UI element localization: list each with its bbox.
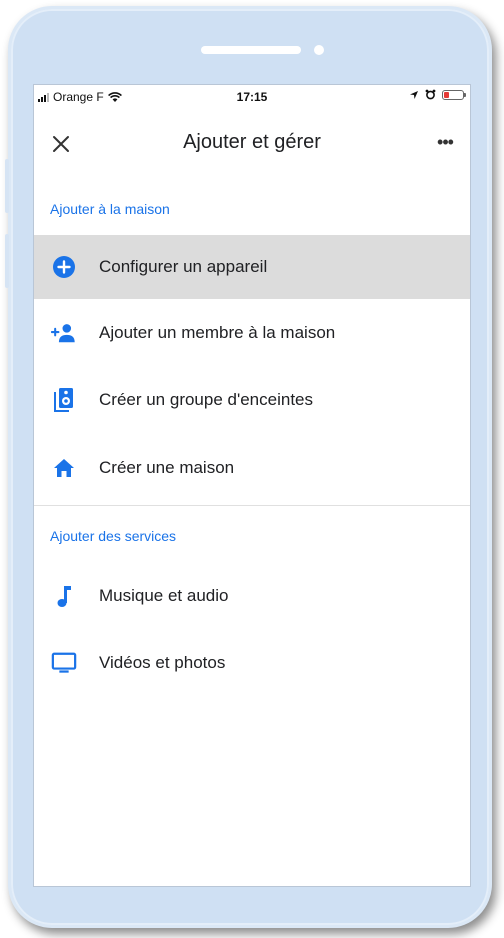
alarm-icon <box>425 89 436 100</box>
section-divider <box>34 505 470 506</box>
menu-item-videos-photos[interactable]: Vidéos et photos <box>34 631 470 695</box>
menu-item-label: Créer une maison <box>99 458 235 477</box>
menu-item-music-audio[interactable]: Musique et audio <box>34 564 470 628</box>
add-person-icon <box>51 320 77 346</box>
status-time: 17:15 <box>236 90 268 104</box>
speaker <box>201 46 301 54</box>
menu-item-add-member[interactable]: Ajouter un membre à la maison <box>34 301 470 365</box>
music-note-icon <box>51 583 77 609</box>
menu-item-label: Musique et audio <box>99 586 229 605</box>
tv-icon <box>51 650 77 676</box>
menu-item-create-speaker-group[interactable]: Créer un groupe d'enceintes <box>34 368 470 432</box>
menu-item-create-home[interactable]: Créer une maison <box>34 436 470 500</box>
page-title: Ajouter et gérer <box>183 131 321 153</box>
section-header-add-services: Ajouter des services <box>50 528 177 544</box>
status-right <box>409 89 466 100</box>
location-icon <box>410 90 418 99</box>
status-bar: Orange F 17:15 <box>34 85 470 111</box>
side-button <box>5 159 9 213</box>
menu-item-label: Créer un groupe d'enceintes <box>99 390 313 409</box>
camera <box>314 45 324 55</box>
more-options-button[interactable]: ••• <box>430 131 460 157</box>
menu-item-label: Vidéos et photos <box>99 653 226 672</box>
screen: Orange F 17:15 Ajouter et gérer ••• Ajou… <box>33 84 471 887</box>
menu-item-configure-device[interactable]: Configurer un appareil <box>34 235 470 299</box>
side-button <box>5 234 9 288</box>
add-circle-icon <box>51 254 77 280</box>
speaker-group-icon <box>51 387 77 413</box>
home-icon <box>51 455 77 481</box>
section-header-add-home: Ajouter à la maison <box>50 201 170 217</box>
battery-icon <box>442 89 466 100</box>
app-bar: Ajouter et gérer ••• <box>34 111 470 177</box>
menu-item-label: Configurer un appareil <box>99 257 268 276</box>
menu-item-label: Ajouter un membre à la maison <box>99 323 336 342</box>
